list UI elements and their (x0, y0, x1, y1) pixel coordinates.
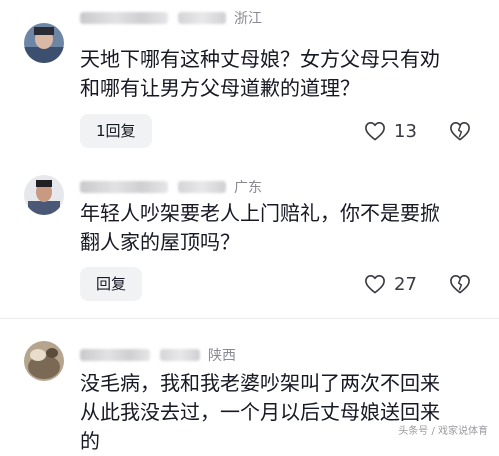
avatar[interactable] (24, 23, 64, 63)
dislike-button[interactable] (449, 114, 471, 148)
like-button[interactable]: 13 (364, 114, 417, 148)
broken-heart-icon (450, 275, 470, 294)
comment-text-line: 和哪有让男方父母道歉的道理？ (80, 76, 360, 100)
blurred-timestamp (160, 349, 200, 361)
like-button[interactable]: 27 (364, 267, 417, 301)
heart-outline-icon (365, 275, 385, 294)
comment-meta: 陕西 (80, 345, 236, 365)
avatar[interactable] (24, 341, 64, 381)
blurred-username[interactable] (80, 349, 150, 361)
comment-text-line: 天地下哪有这种丈母娘？女方父母只有劝 (80, 47, 440, 71)
like-count: 27 (394, 273, 417, 295)
comment-item: 浙江 天地下哪有这种丈母娘？女方父母只有劝 和哪有让男方父母道歉的道理？ 1回复… (0, 0, 499, 150)
comment-meta: 浙江 (80, 8, 262, 28)
watermark: 头条号 / 戏家说体育 (395, 421, 491, 438)
blurred-username[interactable] (80, 12, 168, 24)
comment-text: 年轻人吵架要老人上门赔礼，你不是要掀 翻人家的屋顶吗？ (80, 199, 490, 257)
blurred-username[interactable] (80, 181, 168, 193)
blurred-timestamp (178, 12, 226, 24)
heart-outline-icon (365, 122, 385, 141)
blurred-timestamp (178, 181, 226, 193)
like-count: 13 (394, 120, 417, 142)
reply-button[interactable]: 1回复 (80, 114, 152, 148)
avatar[interactable] (24, 175, 64, 215)
comment-meta: 广东 (80, 177, 262, 197)
dislike-button[interactable] (449, 267, 471, 301)
region-label: 陕西 (208, 348, 236, 364)
comment-text: 没毛病，我和我老婆吵架叫了两次不回来 从此我没去过，一个月以后丈母娘送回来 的 (80, 369, 490, 456)
region-label: 浙江 (234, 11, 262, 27)
comment-item: 广东 年轻人吵架要老人上门赔礼，你不是要掀 翻人家的屋顶吗？ 回复 27 (0, 150, 499, 310)
broken-heart-icon (450, 122, 470, 141)
reply-button[interactable]: 回复 (80, 267, 143, 301)
comment-text-line: 年轻人吵架要老人上门赔礼，你不是要掀 (80, 201, 440, 225)
comment-text-line: 翻人家的屋顶吗？ (80, 230, 240, 254)
region-label: 广东 (234, 180, 262, 196)
comment-text-line: 没毛病，我和我老婆吵架叫了两次不回来 (80, 371, 440, 395)
comment-text: 天地下哪有这种丈母娘？女方父母只有劝 和哪有让男方父母道歉的道理？ (80, 45, 490, 103)
